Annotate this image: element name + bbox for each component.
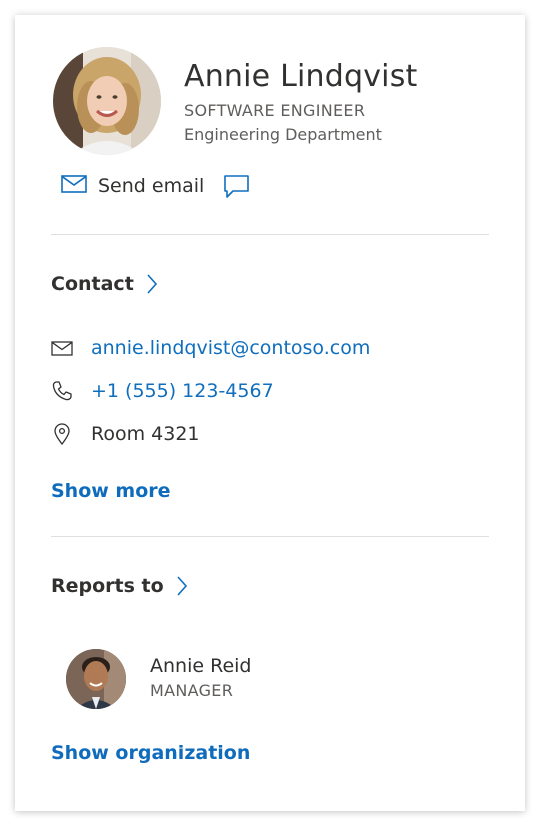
phone-icon: [51, 380, 73, 402]
send-email-button[interactable]: Send email: [61, 171, 204, 201]
person-photo-woman-icon: [53, 47, 161, 155]
profile-department: Engineering Department: [184, 125, 382, 144]
location-pin-icon: [51, 423, 73, 445]
reports-to-section-header[interactable]: Reports to: [51, 575, 188, 597]
contact-phone-link[interactable]: +1 (555) 123-4567: [91, 380, 274, 402]
divider: [51, 536, 489, 537]
persona-card: Annie Lindqvist SOFTWARE ENGINEER Engine…: [15, 15, 525, 811]
manager-name[interactable]: Annie Reid: [150, 655, 251, 677]
profile-job-title: SOFTWARE ENGINEER: [184, 101, 366, 120]
contact-email-row: annie.lindqvist@contoso.com: [51, 333, 370, 363]
manager-avatar[interactable]: [66, 649, 126, 709]
chat-button[interactable]: [223, 173, 251, 201]
profile-avatar[interactable]: [53, 47, 161, 155]
chevron-right-icon: [146, 273, 158, 295]
contact-phone-row: +1 (555) 123-4567: [51, 376, 274, 406]
send-email-label: Send email: [98, 175, 205, 197]
profile-name: Annie Lindqvist: [184, 59, 418, 94]
show-more-link[interactable]: Show more: [51, 480, 171, 502]
manager-title: MANAGER: [150, 681, 234, 700]
reports-to-section-title: Reports to: [51, 575, 164, 597]
divider: [51, 234, 489, 235]
contact-section-title: Contact: [51, 273, 134, 295]
mail-icon: [51, 340, 73, 356]
mail-icon: [61, 175, 87, 197]
chevron-right-icon: [176, 575, 188, 597]
contact-email-link[interactable]: annie.lindqvist@contoso.com: [91, 337, 370, 359]
chat-bubble-icon: [223, 175, 251, 205]
person-photo-man-icon: [66, 649, 126, 709]
contact-location: Room 4321: [91, 423, 200, 445]
show-organization-link[interactable]: Show organization: [51, 742, 250, 764]
contact-section-header[interactable]: Contact: [51, 273, 158, 295]
contact-location-row: Room 4321: [51, 419, 200, 449]
